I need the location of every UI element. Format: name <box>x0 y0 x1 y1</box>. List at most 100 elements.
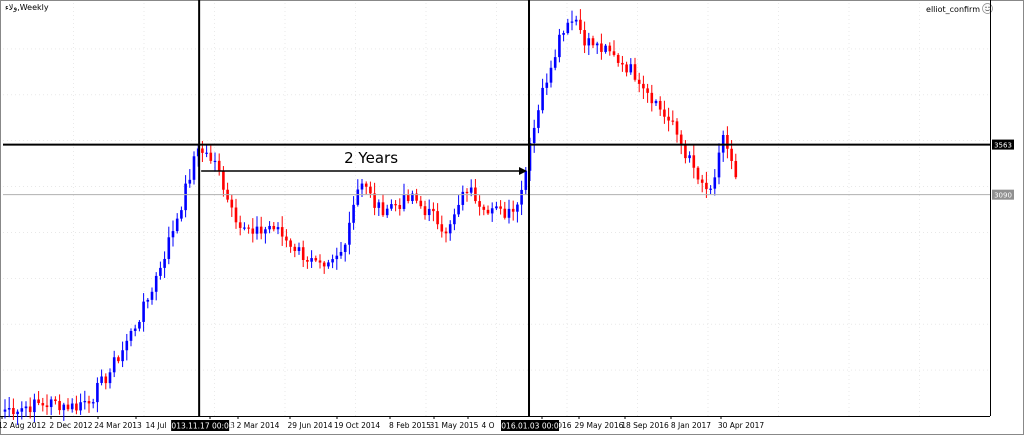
candle-body <box>436 211 439 225</box>
candles <box>3 9 738 425</box>
candle-body <box>306 260 309 262</box>
candle-body <box>356 189 360 205</box>
candle-body <box>33 399 36 413</box>
x-tick-label: 8 Jan 2017 <box>671 421 711 430</box>
candle-body <box>285 236 288 241</box>
candle-body <box>688 155 691 159</box>
window-border <box>0 0 1024 435</box>
candle-body <box>608 45 612 52</box>
x-tick-label: 29 May 2016 <box>575 421 624 430</box>
candle-body <box>364 183 368 187</box>
candle-body <box>41 403 45 406</box>
candle-body <box>243 227 246 229</box>
candle-body <box>595 43 599 46</box>
candle-body <box>343 244 347 252</box>
candle-body <box>625 64 628 73</box>
candle-body <box>146 299 150 302</box>
candle-body <box>398 204 402 209</box>
candle-body <box>545 82 549 88</box>
candle-body <box>37 399 40 404</box>
candle-body <box>322 262 326 267</box>
x-tick-label: 12 Aug 2012 <box>0 421 46 430</box>
price-chart[interactable]: 2 Years 12 Aug 2012 2 Dec 2012 24 Mar 2013… <box>0 0 1024 435</box>
candle-body <box>503 208 507 218</box>
candle-body <box>667 116 670 121</box>
candle-body <box>112 357 116 373</box>
candle-body <box>209 152 213 161</box>
candle-body <box>138 321 141 329</box>
grid <box>0 0 1024 435</box>
candle-body <box>360 183 364 190</box>
candle-body <box>331 259 334 263</box>
candle-body <box>705 182 708 190</box>
candle-body <box>335 255 339 260</box>
candle-body <box>280 227 284 237</box>
candle-body <box>713 177 717 189</box>
candle-body <box>318 260 322 263</box>
candle-body <box>259 226 263 234</box>
candle-body <box>385 208 389 216</box>
candle-body <box>24 406 28 409</box>
candle-body <box>28 406 32 413</box>
candle-body <box>381 202 385 216</box>
candle-body <box>692 155 696 168</box>
x-tick-label: 2 Dec 2012 <box>49 421 92 430</box>
candle-body <box>629 64 633 73</box>
candle-body <box>58 401 61 411</box>
candle-body <box>604 45 607 52</box>
candle-body <box>150 291 154 300</box>
candle-body <box>511 208 515 212</box>
marker-date-label: 2016.01.03 00:00 <box>497 422 564 431</box>
candle-body <box>268 225 271 230</box>
candle-body <box>327 262 330 267</box>
x-tick-label: 18 Sep 2016 <box>621 421 669 430</box>
candle-body <box>310 258 313 262</box>
x-tick-label: 14 Jul <box>146 421 167 430</box>
candle-body <box>390 204 393 209</box>
candle-body <box>616 54 620 63</box>
candle-body <box>499 206 502 209</box>
candle-body <box>79 402 82 411</box>
candle-body <box>671 120 675 122</box>
x-tick-label: 19 Oct 2014 <box>334 421 381 430</box>
candle-body <box>104 376 108 384</box>
candle-body <box>507 208 511 218</box>
candle-body <box>684 144 687 159</box>
candle-body <box>75 403 78 411</box>
candle-body <box>532 127 536 144</box>
candle-body <box>117 357 120 362</box>
candle-body <box>180 210 183 219</box>
candle-body <box>16 411 19 415</box>
x-tick-label: 4 O <box>481 421 494 430</box>
candle-body <box>663 109 666 117</box>
candle-body <box>457 204 460 215</box>
candle-body <box>570 21 574 23</box>
candle-body <box>658 100 662 110</box>
candle-body <box>650 92 654 104</box>
candle-body <box>222 170 225 190</box>
candle-body <box>646 88 649 93</box>
duration-annotation: 2 Years <box>344 149 398 167</box>
candle-body <box>171 231 175 238</box>
candle-body <box>175 218 179 232</box>
candle-body <box>679 134 683 145</box>
candle-body <box>12 408 15 415</box>
candle-body <box>87 401 91 404</box>
candle-body <box>432 208 435 212</box>
candle-body <box>461 191 465 205</box>
candle-body <box>45 405 49 408</box>
candle-body <box>700 179 704 183</box>
chart-window[interactable]: ولاء,Weekly elliot_confirm 2 Years 12 Au… <box>0 0 1024 435</box>
candle-body <box>574 19 578 22</box>
candle-body <box>314 258 318 261</box>
candle-body <box>66 404 70 410</box>
candle-body <box>352 204 355 223</box>
candle-body <box>406 194 410 202</box>
candle-body <box>125 340 129 351</box>
candle-body <box>726 134 729 149</box>
candle-body <box>62 404 66 411</box>
candle-body <box>600 43 603 52</box>
candle-body <box>91 402 95 404</box>
candle-body <box>495 206 498 209</box>
x-tick-label: 2 Mar 2014 <box>237 421 280 430</box>
